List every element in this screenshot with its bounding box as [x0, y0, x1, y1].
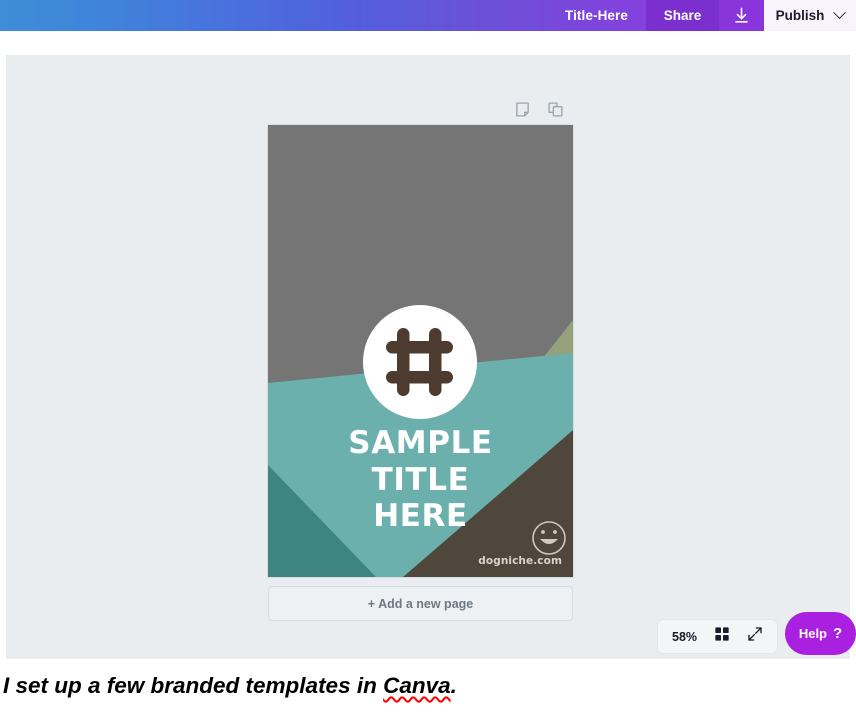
- top-toolbar: Title-Here Share Publish: [0, 0, 856, 31]
- logo-circle: [363, 305, 477, 419]
- publish-label: Publish: [775, 8, 825, 23]
- zoom-level[interactable]: 58%: [672, 630, 697, 644]
- question-mark-icon: ?: [833, 625, 843, 642]
- view-controls: 58%: [657, 619, 779, 654]
- download-icon: [732, 6, 751, 25]
- notes-icon[interactable]: [514, 101, 531, 123]
- caption-text: I set up a few branded templates in Canv…: [3, 673, 457, 699]
- share-button[interactable]: Share: [646, 0, 719, 31]
- help-label: Help: [798, 626, 827, 641]
- caption-after: .: [450, 673, 457, 698]
- editor-canvas-area: SAMPLE TITLE HERE dogniche.com + Add a n…: [6, 55, 856, 659]
- design-title-field[interactable]: Title-Here: [547, 0, 646, 31]
- design-artwork: [268, 125, 573, 577]
- page-tools: [514, 101, 564, 123]
- chevron-down-icon[interactable]: [833, 6, 847, 20]
- design-thumbnail[interactable]: SAMPLE TITLE HERE dogniche.com: [268, 125, 573, 577]
- publish-button[interactable]: Publish: [764, 0, 856, 31]
- download-button[interactable]: [719, 0, 764, 31]
- duplicate-page-icon[interactable]: [547, 101, 564, 123]
- grid-view-icon[interactable]: [714, 626, 730, 647]
- help-button[interactable]: Help ?: [785, 612, 856, 655]
- caption-before: I set up a few branded templates in: [3, 673, 384, 698]
- add-new-page-button[interactable]: + Add a new page: [268, 586, 573, 621]
- expand-icon[interactable]: [747, 626, 763, 647]
- misspelled-word: Canva: [383, 673, 451, 698]
